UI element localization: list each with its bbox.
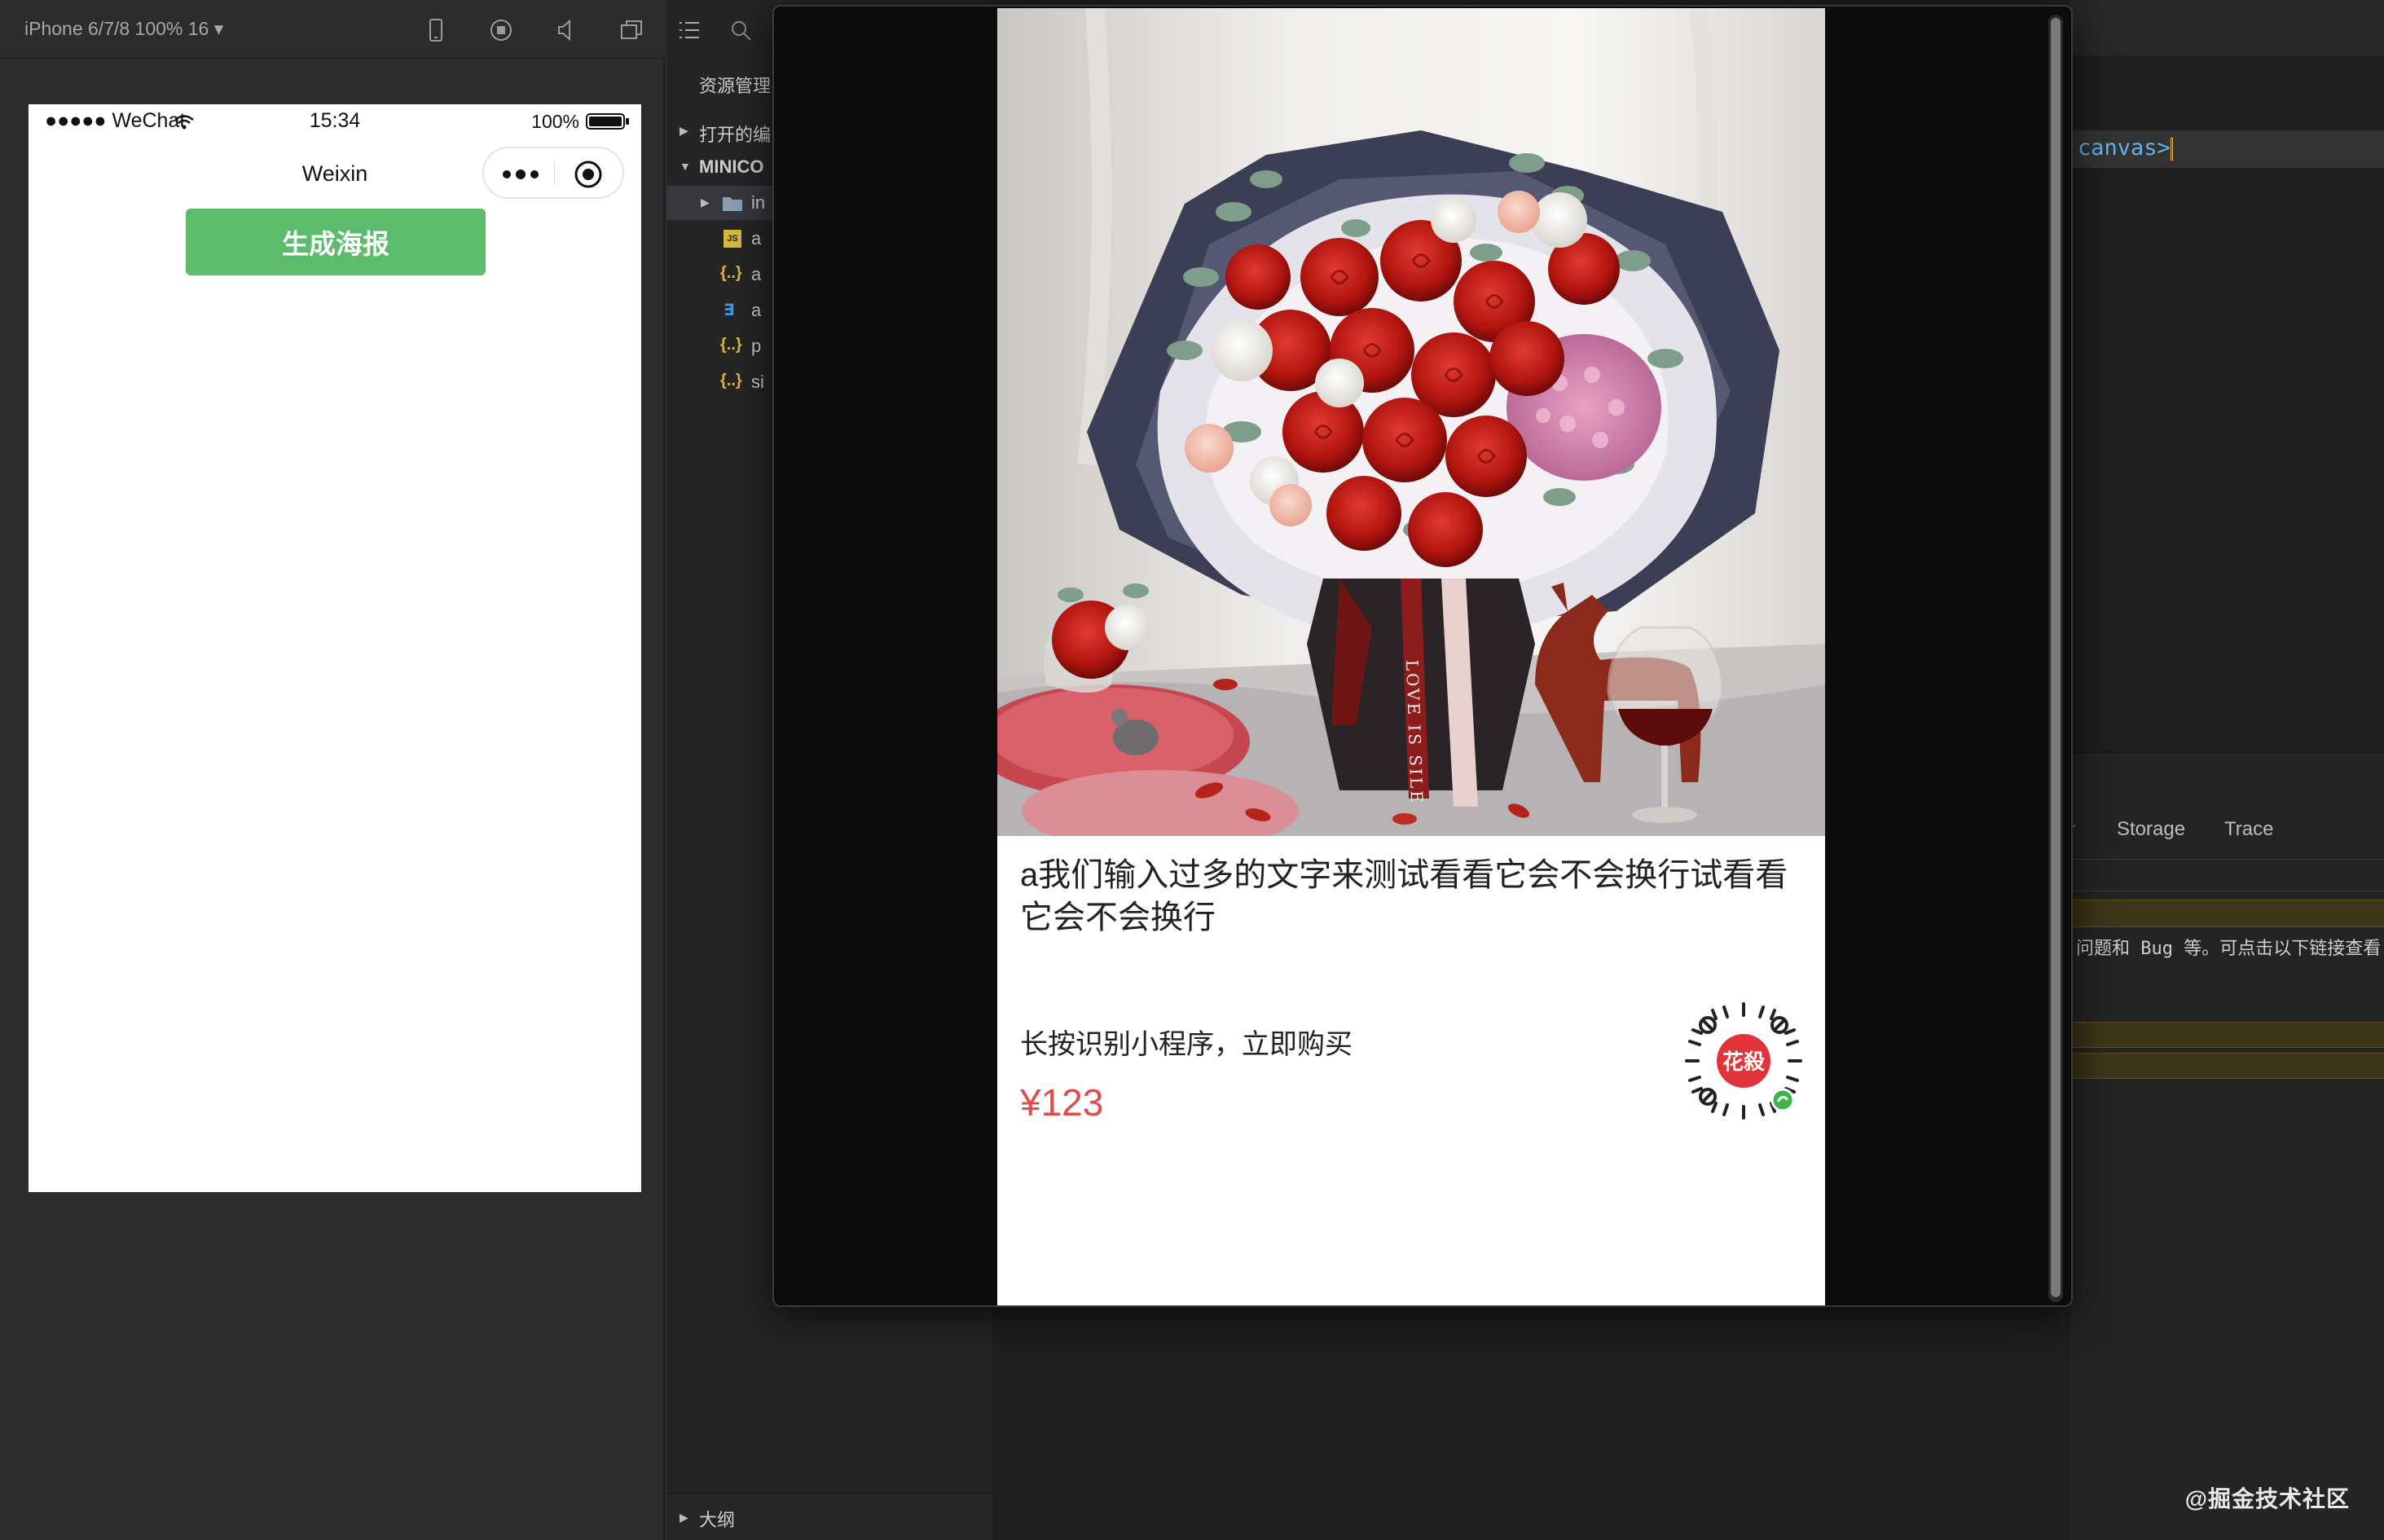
poster-price: ¥123 [1020,1081,1104,1124]
outline-section[interactable]: ▶ 大纲 [666,1493,992,1540]
poster-description: a我们输入过多的文字来测试看看它会不会换行试看看它会不会换行 [1020,857,1788,935]
folder-icon [723,197,742,211]
tree-label: a [751,300,762,320]
collapse-arrow-icon: ▼ [680,160,691,173]
modal-scrollbar[interactable] [2048,15,2063,1302]
flower-bouquet-image: LOVE IS SILE [997,8,1825,836]
warning-row [2070,1022,2384,1048]
tree-label: p [751,336,762,356]
phone-screen: ●●●●● WeChat 15:34 100% Weixin 生成海报 [29,104,641,1192]
devtools-tab-storage[interactable]: Storage [2117,818,2185,841]
devtools-tab-trace[interactable]: Trace [2224,818,2273,841]
battery-icon [586,113,629,130]
list-icon[interactable] [678,20,701,41]
window-icon[interactable] [618,16,645,44]
tree-label: a [751,228,762,249]
poster-purchase-tip: 长按识别小程序，立即购买 [1020,1029,1353,1060]
generate-poster-button[interactable]: 生成海报 [186,209,486,275]
speaker-icon[interactable] [552,16,580,44]
miniprogram-code-icon: 花殺 [1685,1002,1802,1120]
poster-canvas: LOVE IS SILE a我们输入过多的文字来测试看看它会不会换行试看看它会不… [997,8,1825,1305]
console-message: 问题和 Bug 等。可点击以下链接查看( [2076,939,2384,959]
js-file-icon: JS [724,230,741,248]
warning-row [2070,900,2384,927]
code-text: canvas> [2078,135,2171,161]
capsule-menu [482,147,624,199]
search-icon[interactable] [730,20,753,42]
expand-arrow-icon: ▶ [680,1511,688,1524]
phone-icon[interactable] [422,16,450,44]
tree-label: in [751,192,766,213]
json-file-icon: {..} [720,372,742,389]
editor-tabs-bar [2070,0,2384,55]
status-bar: ●●●●● WeChat 15:34 100% [29,104,641,140]
outline-label: 大纲 [699,1510,736,1530]
expand-arrow-icon: ▶ [680,124,688,137]
console-toolbar [2070,859,2384,891]
more-icon[interactable] [500,165,541,184]
tree-label: MINICO [699,156,764,177]
code-line[interactable]: canvas> [2070,130,2384,168]
editor-right: canvas> r Storage Trace 问题和 Bug 等。可点击以下链… [2070,0,2384,1540]
expand-arrow-icon: ▶ [701,196,710,209]
qr-badge-text: 花殺 [1722,1050,1766,1075]
device-selector[interactable]: iPhone 6/7/8 100% 16 ▾ [24,18,223,40]
tree-label: 打开的编 [699,125,772,145]
capsule-divider [554,161,555,186]
tree-label: a [751,264,762,284]
watermark: @掘金技术社区 [2184,1486,2350,1511]
close-miniprogram-icon[interactable] [572,158,605,191]
battery-percent: 100% [531,111,579,132]
devtools-panel: r Storage Trace 问题和 Bug 等。可点击以下链接查看( [2070,751,2384,1540]
warning-row [2070,1053,2384,1079]
record-icon[interactable] [487,16,515,44]
simulator-panel: iPhone 6/7/8 100% 16 ▾ ●●●●● WeChat 15:3… [0,0,665,1540]
json-file-icon: {..} [720,336,742,354]
image-preview-modal: LOVE IS SILE a我们输入过多的文字来测试看看它会不会换行试看看它会不… [772,5,2073,1307]
json-file-icon: {..} [720,264,742,282]
scrollbar-thumb[interactable] [2051,18,2061,1297]
simulator-toolbar: iPhone 6/7/8 100% 16 ▾ [0,0,665,59]
cursor [2170,137,2173,161]
tree-label: si [751,372,764,392]
css-file-icon: ∃ [724,301,735,319]
explorer-title: 资源管理 [699,76,772,96]
